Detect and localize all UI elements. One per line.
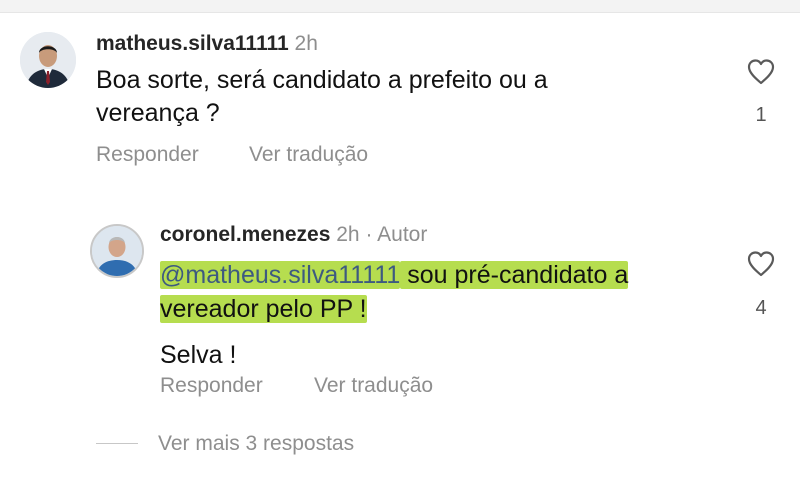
author-badge: Autor (377, 223, 428, 246)
comment-reply-button[interactable]: Responder (96, 143, 199, 167)
comment-username[interactable]: matheus.silva11111 (96, 32, 289, 55)
heart-icon[interactable] (746, 250, 776, 278)
reply-text-line: vereador pelo PP ! (160, 292, 628, 326)
highlighted-text: sou pré-candidato a (400, 261, 629, 289)
avatar[interactable] (20, 32, 76, 88)
reply-header: coronel.menezes 2h · Autor (160, 223, 427, 247)
reply-text: @matheus.silva11111 sou pré-candidato a … (160, 258, 629, 372)
reply-text-line: Selva ! (160, 341, 237, 369)
comment-translate-button[interactable]: Ver tradução (249, 143, 368, 167)
reply-username[interactable]: coronel.menezes (160, 223, 330, 246)
meta-separator: · (365, 223, 373, 246)
comment-text: Boa sorte, será candidato a prefeito ou … (96, 64, 548, 130)
comment-header: matheus.silva11111 2h (96, 32, 318, 56)
avatar[interactable] (90, 224, 144, 278)
reply-text-line: @matheus.silva11111 sou pré-candidato a (160, 258, 629, 292)
top-edge (0, 0, 800, 13)
mention-link[interactable]: @matheus.silva11111 (160, 261, 401, 289)
heart-icon[interactable] (746, 58, 776, 86)
view-more-replies-button[interactable]: Ver mais 3 respostas (158, 432, 354, 456)
reply-like-count: 4 (755, 297, 767, 319)
comment-text-line: vereança ? (96, 99, 220, 127)
comment-time: 2h (294, 32, 318, 55)
comment-text-line: Boa sorte, será candidato a prefeito ou … (96, 66, 548, 94)
highlighted-text: vereador pelo PP ! (160, 295, 367, 323)
reply-translate-button[interactable]: Ver tradução (314, 374, 433, 398)
comment-like-count: 1 (755, 104, 767, 126)
reply-time: 2h (336, 223, 360, 246)
view-more-divider (96, 443, 138, 444)
reply-reply-button[interactable]: Responder (160, 374, 263, 398)
